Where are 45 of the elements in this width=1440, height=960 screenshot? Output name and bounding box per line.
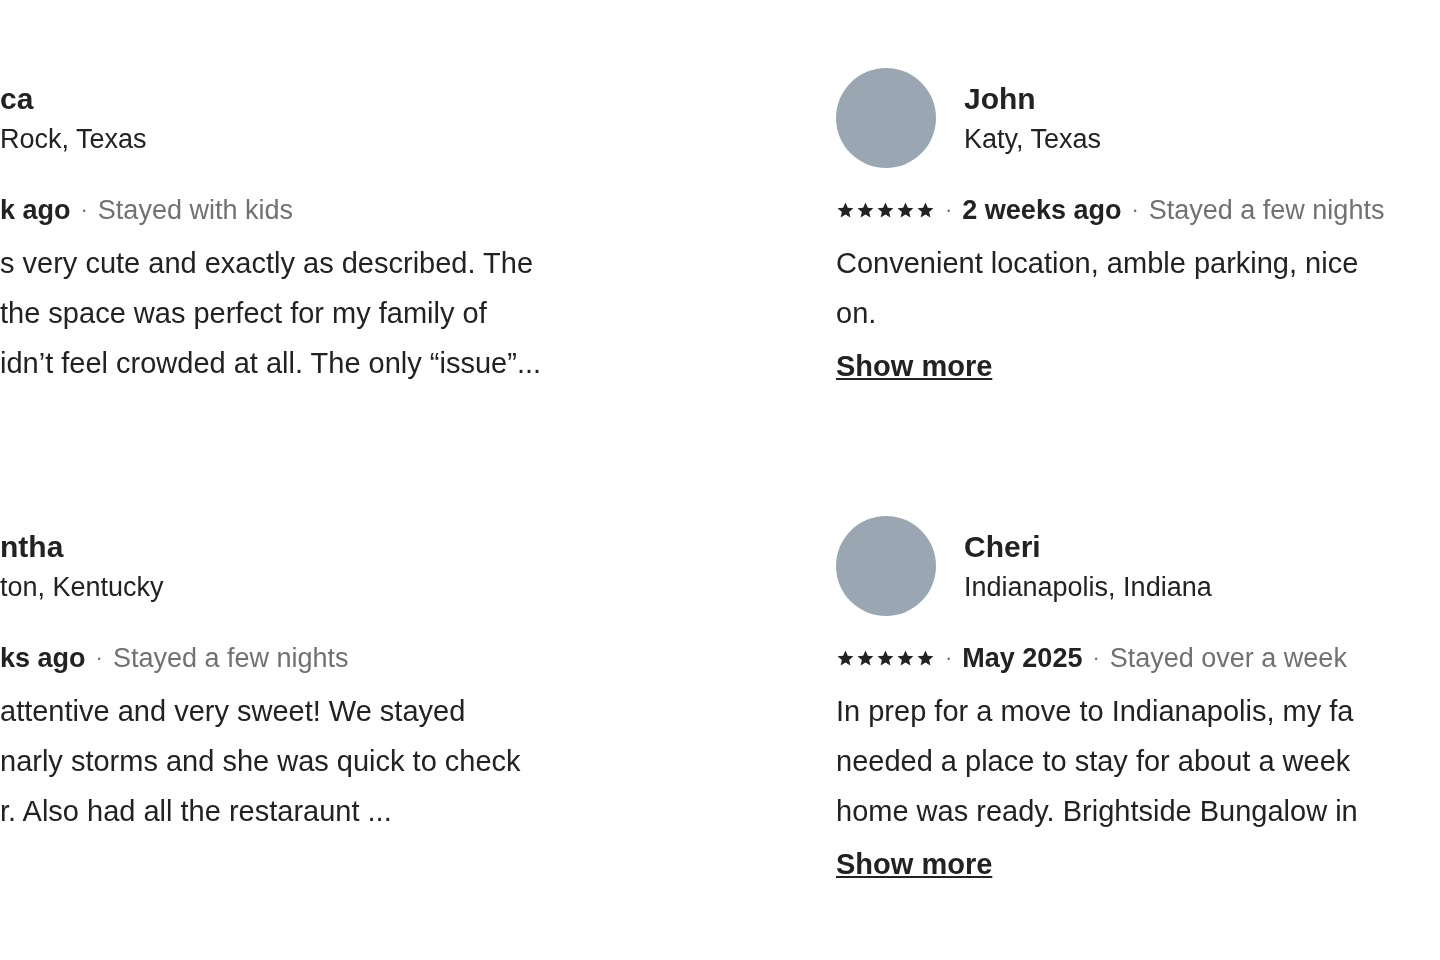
review-text-line: needed a place to stay for about a week: [836, 744, 1352, 779]
star-icon: [876, 200, 895, 220]
review-text-line: home was ready. Brightside Bungalow in: [836, 794, 1359, 829]
star-icon: [836, 648, 855, 668]
show-more-link[interactable]: Show more: [836, 350, 993, 383]
star-icon: [836, 200, 855, 220]
reviewer-name: ca: [0, 81, 35, 117]
review-text-line: idn’t feel crowded at all. The only “issue”...: [0, 346, 543, 381]
review-text-line: Convenient location, amble parking, nice: [836, 246, 1360, 281]
reviewer-location: Katy, Texas: [964, 123, 1102, 156]
review-text-line: narly storms and she was quick to check: [0, 744, 522, 779]
review-date: 2 weeks ago: [962, 194, 1122, 226]
reviewer-location: Rock, Texas: [0, 123, 147, 156]
review-text-line: In prep for a move to Indianapolis, my fa: [836, 694, 1355, 729]
separator-dot: ·: [945, 645, 953, 671]
stay-type: Stayed a few nights: [1148, 194, 1385, 226]
review-date: k ago: [0, 194, 71, 226]
separator-dot: ·: [945, 197, 953, 223]
separator-dot: ·: [1131, 197, 1139, 223]
stay-type: Stayed with kids: [97, 194, 293, 226]
star-icon: [916, 200, 935, 220]
separator-dot: ·: [80, 197, 88, 223]
star-icon: [916, 648, 935, 668]
review-text-line: on.: [836, 296, 878, 331]
reviewer-name: ntha: [0, 529, 65, 565]
reviewer-location: Indianapolis, Indiana: [964, 571, 1212, 604]
review-text-line: attentive and very sweet! We stayed: [0, 694, 467, 729]
stay-type: Stayed over a week: [1109, 642, 1347, 674]
reviewer-name: John: [964, 81, 1037, 117]
star-icon: [896, 200, 915, 220]
review-date: May 2025: [962, 642, 1083, 674]
review-text-line: r. Also had all the restaraunt ...: [0, 794, 393, 829]
reviewer-location: ton, Kentucky: [0, 571, 164, 604]
reviewer-name: Cheri: [964, 529, 1042, 565]
show-more-link[interactable]: Show more: [836, 848, 993, 881]
review-text-line: s very cute and exactly as described. The: [0, 246, 535, 281]
star-icon: [856, 648, 875, 668]
separator-dot: ·: [1092, 645, 1100, 671]
star-icon: [856, 200, 875, 220]
stay-type: Stayed a few nights: [112, 642, 349, 674]
separator-dot: ·: [95, 645, 103, 671]
star-icon: [896, 648, 915, 668]
review-date: ks ago: [0, 642, 86, 674]
star-icon: [876, 648, 895, 668]
review-text-line: the space was perfect for my family of: [0, 296, 488, 331]
